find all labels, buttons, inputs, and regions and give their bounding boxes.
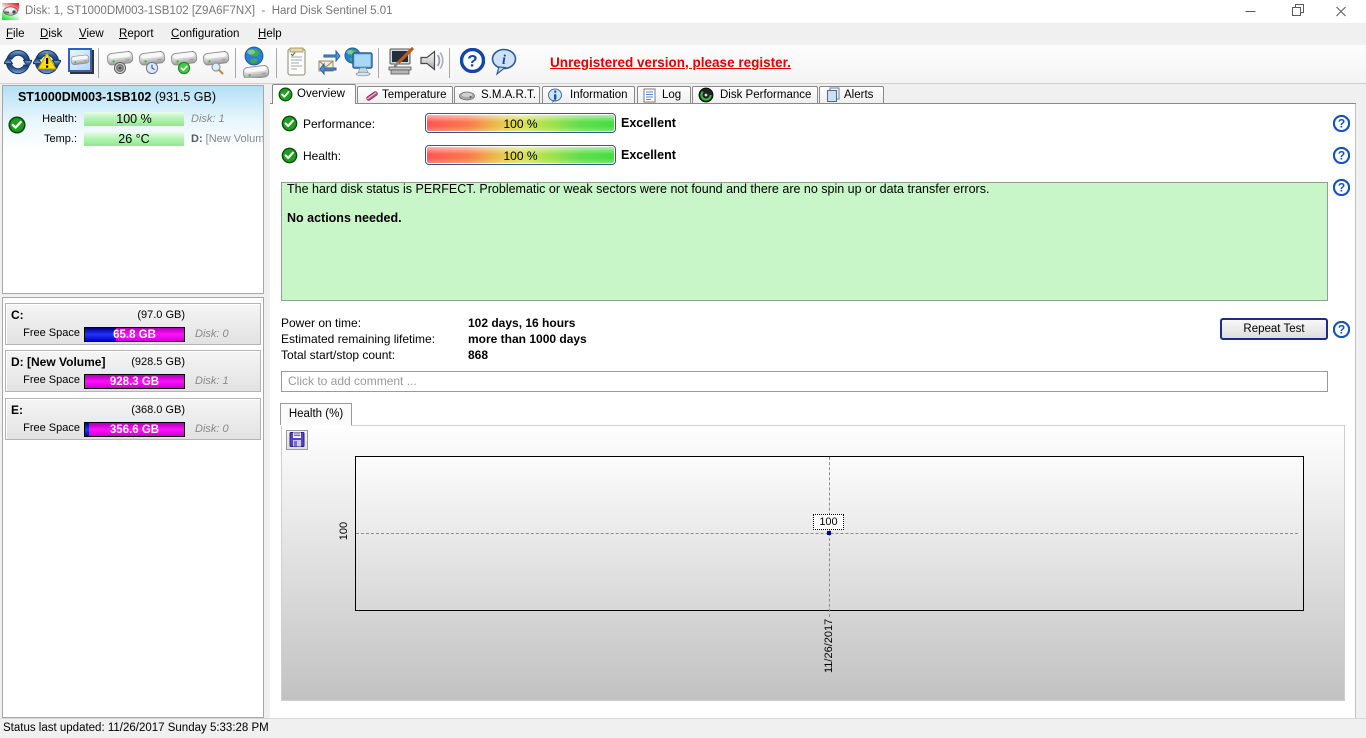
- svg-text:i: i: [502, 53, 506, 68]
- svg-text:?: ?: [467, 52, 477, 71]
